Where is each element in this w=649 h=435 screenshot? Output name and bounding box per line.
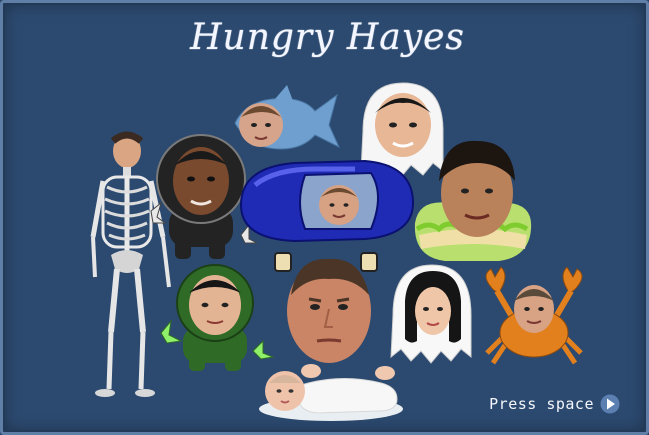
game-stage: Hungry Hayes Press space [0,0,649,435]
green-alien-character [153,261,277,373]
sandwich-character [409,133,537,269]
press-space-prompt[interactable]: Press space [489,394,620,414]
big-face-character [283,255,375,365]
baby-character [255,359,403,423]
press-space-label: Press space [489,395,594,413]
play-arrow-icon [600,394,620,414]
crab-character [481,267,587,367]
ghost-character-bottom [385,261,479,365]
game-title: Hungry Hayes [190,17,465,58]
shark-character [229,85,341,159]
